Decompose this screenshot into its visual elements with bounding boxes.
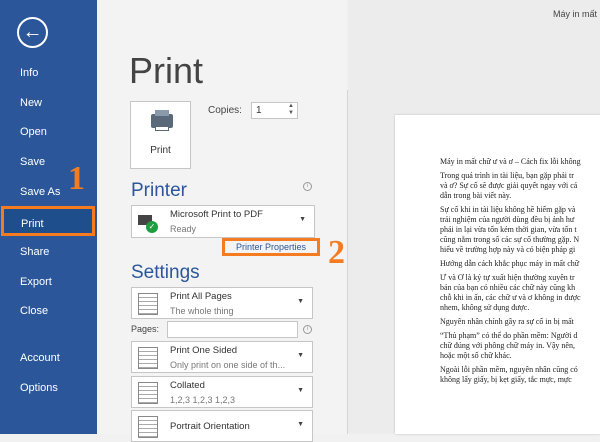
window-title: Máy in mất xyxy=(553,9,598,19)
page-title: Print xyxy=(129,50,204,91)
annotation-2: 2 xyxy=(328,234,345,271)
printer-properties-link[interactable]: Printer Properties xyxy=(222,238,320,256)
print-button-label: Print xyxy=(150,145,171,156)
sidebar-item-print[interactable]: Print xyxy=(1,206,95,236)
sidebar-item-close[interactable]: Close xyxy=(0,296,97,326)
backstage-sidebar: ← Info New Open Save Save As Print Share Export… xyxy=(0,0,97,434)
print-button[interactable]: Print xyxy=(130,101,191,169)
copies-value: 1 xyxy=(256,105,262,116)
info-icon[interactable]: i xyxy=(303,182,312,191)
option-subtitle: 1,2,3 1,2,3 1,2,3 xyxy=(170,395,236,405)
print-range-dropdown[interactable]: Print All Pages The whole thing ▼ xyxy=(131,287,313,319)
sidebar-item-share[interactable]: Share xyxy=(0,237,97,267)
collation-dropdown[interactable]: Collated 1,2,3 1,2,3 1,2,3 ▼ xyxy=(131,376,313,408)
document-icon xyxy=(138,416,158,438)
sidebar-item-info[interactable]: Info xyxy=(0,58,97,88)
preview-paragraph: Trong quá trình in tài liệu, bạn gặp phả… xyxy=(440,171,578,200)
spinner-icon[interactable]: ▲ ▼ xyxy=(288,103,294,117)
option-subtitle: The whole thing xyxy=(170,306,234,316)
printer-dropdown[interactable]: ✓ Microsoft Print to PDF Ready ▼ xyxy=(131,205,315,238)
option-subtitle: Only print on one side of th... xyxy=(170,360,286,370)
copies-label: Copies: xyxy=(208,105,242,116)
printer-heading: Printer xyxy=(131,180,187,201)
chevron-down-icon: ▼ xyxy=(297,298,304,305)
preview-paragraph: Sự cố khi in tài liệu không hề hiếm gặp … xyxy=(440,205,580,254)
document-icon xyxy=(138,347,158,369)
sidebar-item-open[interactable]: Open xyxy=(0,117,97,147)
printer-status: Ready xyxy=(170,224,197,234)
preview-paragraph: Nguyên nhân chính gây ra sự cố in bị mất xyxy=(440,317,574,326)
document-icon xyxy=(138,293,158,315)
option-title: Print All Pages xyxy=(170,291,232,302)
sidebar-item-options[interactable]: Options xyxy=(0,373,97,403)
chevron-down-icon: ▼ xyxy=(299,216,306,223)
back-arrow-icon[interactable]: ← xyxy=(17,17,48,48)
preview-page: Máy in mất chữ ư và ơ – Cách fix lỗi khô… xyxy=(395,115,600,434)
pages-label: Pages: xyxy=(131,324,160,334)
pages-input[interactable] xyxy=(167,321,298,338)
option-title: Collated xyxy=(170,380,205,391)
document-icon xyxy=(138,382,158,404)
preview-paragraph: Ngoài lỗi phần mềm, nguyên nhân cũng có k… xyxy=(440,365,578,384)
pages-info-icon[interactable]: i xyxy=(303,325,312,334)
preview-paragraph: Hướng dẫn cách khắc phục máy in mất chữ xyxy=(440,259,580,268)
preview-paragraph: “Thủ phạm” có thể do phần mềm: Người d ch… xyxy=(440,331,578,360)
orientation-dropdown[interactable]: Portrait Orientation ▼ xyxy=(131,410,313,442)
sidebar-item-new[interactable]: New xyxy=(0,88,97,118)
option-title: Print One Sided xyxy=(170,345,238,356)
chevron-down-icon: ▼ xyxy=(297,352,304,359)
sidebar-item-export[interactable]: Export xyxy=(0,267,97,297)
preview-paragraph: Ư và Ơ là ký tự xuất hiện thường xuyên t… xyxy=(440,273,581,312)
sides-dropdown[interactable]: Print One Sided Only print on one side of… xyxy=(131,341,313,373)
chevron-down-icon: ▼ xyxy=(297,421,304,428)
sidebar-item-account[interactable]: Account xyxy=(0,343,97,373)
annotation-1: 1 xyxy=(68,160,85,197)
copies-input[interactable]: 1 ▲ ▼ xyxy=(251,102,298,119)
printer-ready-icon: ✓ xyxy=(138,211,158,233)
preview-paragraph: Máy in mất chữ ư và ơ – Cách fix lỗi khô… xyxy=(440,157,581,166)
chevron-down-icon: ▼ xyxy=(297,387,304,394)
settings-heading: Settings xyxy=(131,262,200,283)
printer-name: Microsoft Print to PDF xyxy=(170,209,263,220)
option-title: Portrait Orientation xyxy=(170,421,250,432)
